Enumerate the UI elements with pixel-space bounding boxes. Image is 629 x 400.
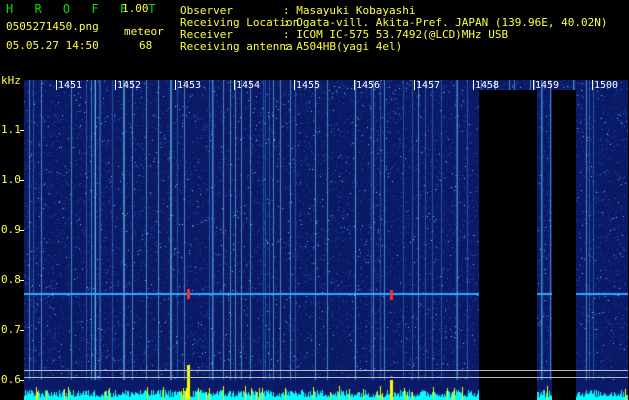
x-tick-label: 1453	[177, 80, 202, 91]
y-tick-label: 1.0	[1, 173, 21, 186]
x-tick-label: 1458	[475, 80, 500, 91]
x-tick	[115, 80, 116, 90]
no-data-gap	[552, 90, 576, 400]
x-tick-label: 1457	[416, 80, 441, 91]
x-tick-label: 1454	[236, 80, 261, 91]
x-tick	[354, 80, 355, 90]
x-tick	[175, 80, 176, 90]
count-label: 68	[139, 39, 153, 52]
x-tick	[414, 80, 415, 90]
x-tick-label: 1459	[535, 80, 560, 91]
x-tick	[533, 80, 534, 90]
reference-line	[24, 370, 628, 371]
reference-line	[24, 377, 628, 378]
x-tick-label: 1500	[594, 80, 619, 91]
x-tick-label: 1451	[58, 80, 83, 91]
info-value-antenna: : A504HB(yagi 4el)	[283, 40, 403, 53]
mode-label: meteor	[124, 25, 164, 38]
info-label-antenna: Receiving antenna	[180, 40, 293, 53]
y-axis-unit: kHz	[1, 74, 21, 87]
x-tick	[294, 80, 295, 90]
x-tick	[592, 80, 593, 90]
x-tick-label: 1456	[356, 80, 381, 91]
y-tick-label: 0.6	[1, 373, 21, 386]
x-tick-label: 1452	[117, 80, 142, 91]
x-tick	[234, 80, 235, 90]
filename-label: 0505271450.png	[6, 20, 99, 33]
version-label: 1.00	[122, 2, 149, 15]
y-tick-label: 0.9	[1, 223, 21, 236]
y-tick-label: 0.8	[1, 273, 21, 286]
x-tick	[473, 80, 474, 90]
datetime-label: 05.05.27 14:50	[6, 39, 99, 52]
spectrogram	[24, 80, 628, 400]
spectrogram-noise	[24, 80, 628, 400]
x-tick	[56, 80, 57, 90]
y-tick-label: 1.1	[1, 123, 21, 136]
no-data-gap	[479, 90, 537, 400]
x-tick-label: 1455	[296, 80, 321, 91]
y-tick-label: 0.7	[1, 323, 21, 336]
